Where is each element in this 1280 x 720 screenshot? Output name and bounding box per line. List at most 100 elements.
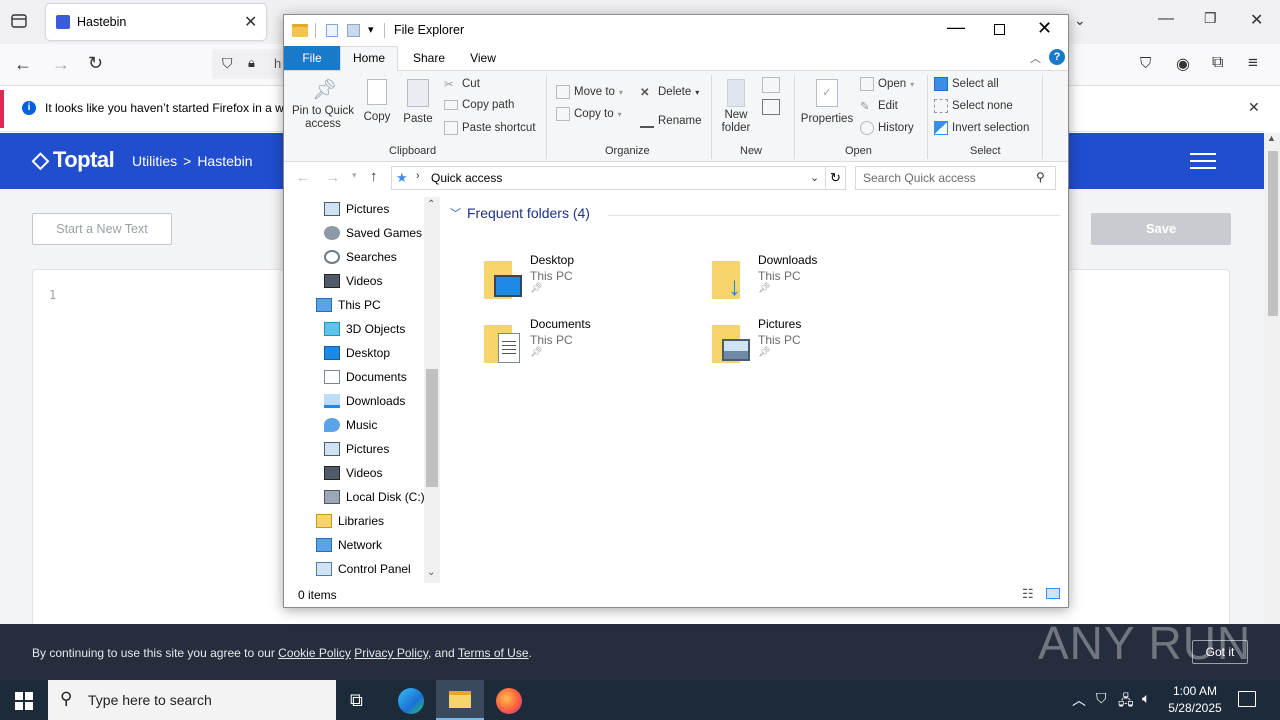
rename-button[interactable]: Rename — [640, 114, 701, 128]
explorer-minimize-icon[interactable]: — — [947, 17, 965, 38]
menu-icon[interactable]: ≡ — [1248, 53, 1258, 73]
privacy-policy-link[interactable]: Privacy Policy — [354, 646, 428, 660]
browser-tab[interactable]: Hastebin ✕ — [46, 4, 266, 40]
nav-item-control-panel[interactable]: Control Panel — [284, 557, 411, 581]
explorer-maximize-icon[interactable] — [994, 24, 1005, 35]
nav-item-libraries[interactable]: Libraries — [284, 509, 384, 533]
nav-item-this-pc[interactable]: This PC — [284, 293, 381, 317]
folder-tile-pictures[interactable]: Pictures This PC 📌︎ — [712, 317, 922, 375]
toptal-logo[interactable]: ◇ Toptal — [32, 147, 115, 173]
nav-item-searches[interactable]: Searches — [284, 245, 397, 269]
close-tab-icon[interactable]: ✕ — [244, 12, 257, 32]
help-icon[interactable]: ? — [1049, 49, 1065, 65]
taskbar-search-box[interactable]: ⚲ Type here to search — [48, 680, 336, 720]
copy-button[interactable]: Copy — [360, 79, 394, 124]
address-bar[interactable]: ★ › Quick access ⌄ — [391, 166, 826, 190]
clock[interactable]: 1:00 AM 5/28/2025 — [1166, 683, 1224, 717]
folder-tile-downloads[interactable]: ↓ Downloads This PC 📌︎ — [712, 253, 922, 311]
back-icon[interactable]: ← — [14, 54, 32, 75]
nav-item-videos[interactable]: Videos — [284, 461, 382, 485]
firefox-taskbar-icon[interactable] — [496, 688, 522, 714]
explorer-back-icon[interactable]: ← — [296, 169, 310, 185]
new-folder-button[interactable]: New folder — [718, 79, 754, 135]
properties-qat-icon[interactable] — [326, 24, 338, 37]
copy-to-button[interactable]: Copy to ▾ — [556, 107, 622, 121]
easy-access-icon[interactable] — [762, 99, 780, 115]
close-window-icon[interactable]: ✕ — [1250, 10, 1263, 30]
nav-item-documents[interactable]: Documents — [284, 365, 407, 389]
recent-locations-icon[interactable]: ▾ — [352, 170, 357, 181]
nav-item-saved-games[interactable]: Saved Games — [284, 221, 422, 245]
select-none-button[interactable]: Select none — [934, 99, 1013, 113]
tab-view[interactable]: View — [459, 46, 507, 70]
restore-window-icon[interactable]: ❐ — [1204, 10, 1217, 27]
paste-shortcut-button[interactable]: Paste shortcut — [444, 121, 536, 135]
pocket-icon[interactable]: ⛉ — [1140, 55, 1151, 72]
delete-button[interactable]: ✕ Delete ▾ — [640, 85, 699, 99]
tab-overview-icon[interactable] — [10, 12, 30, 32]
tab-share[interactable]: Share — [404, 46, 454, 70]
details-view-icon[interactable]: ☷ — [1022, 586, 1034, 602]
breadcrumb-hastebin[interactable]: Hastebin — [197, 153, 252, 169]
nav-scroll-up-icon[interactable]: ⌃ — [427, 199, 435, 210]
edge-taskbar-icon[interactable] — [398, 688, 424, 714]
refresh-icon[interactable]: ↻ — [826, 166, 846, 190]
tab-home[interactable]: Home — [340, 46, 398, 71]
move-to-button[interactable]: Move to ▾ — [556, 85, 623, 99]
show-hidden-icons-icon[interactable]: ︿ — [1072, 690, 1086, 710]
network-tray-icon[interactable]: 🖧︎ — [1118, 690, 1134, 714]
forward-icon[interactable]: → — [52, 54, 70, 75]
file-explorer-taskbar-button[interactable] — [436, 680, 484, 720]
nav-scrollbar[interactable]: ⌃ ⌄ — [424, 197, 440, 583]
explorer-forward-icon[interactable]: → — [326, 169, 340, 185]
invert-selection-button[interactable]: Invert selection — [934, 121, 1029, 135]
nav-item-videos[interactable]: Videos — [284, 269, 382, 293]
cookie-policy-link[interactable]: Cookie Policy — [278, 646, 351, 660]
address-dropdown-icon[interactable]: ⌄ — [810, 171, 819, 184]
page-scrollbar-thumb[interactable] — [1268, 151, 1278, 316]
select-all-button[interactable]: Select all — [934, 77, 999, 91]
nav-item-local-disk-c[interactable]: Local Disk (C:) — [284, 485, 424, 509]
copy-path-button[interactable]: Copy path — [444, 99, 514, 111]
reload-icon[interactable]: ↻ — [88, 53, 103, 74]
terms-of-use-link[interactable]: Terms of Use — [458, 646, 529, 660]
history-button[interactable]: History — [860, 121, 914, 135]
pin-quick-access-button[interactable]: 📌︎ Pin to Quick access — [290, 79, 356, 131]
nav-item-pictures[interactable]: Pictures — [284, 437, 389, 461]
nav-scrollbar-thumb[interactable] — [426, 369, 438, 487]
open-button[interactable]: Open ▾ — [860, 77, 914, 91]
breadcrumb-utilities[interactable]: Utilities — [132, 153, 177, 169]
large-icons-view-icon[interactable] — [1046, 588, 1060, 599]
customize-qat-icon[interactable]: ▾ — [368, 23, 374, 36]
nav-scroll-down-icon[interactable]: ⌄ — [427, 567, 435, 578]
nav-item-network[interactable]: Network — [284, 533, 382, 557]
start-new-text-button[interactable]: Start a New Text — [32, 213, 172, 245]
collapse-ribbon-icon[interactable]: ︿ — [1030, 50, 1041, 66]
task-view-icon[interactable]: ⧉ — [350, 690, 363, 711]
up-icon[interactable]: ↑ — [370, 168, 378, 185]
hamburger-menu-icon[interactable] — [1190, 153, 1216, 169]
folder-tile-documents[interactable]: Documents This PC 📌︎ — [484, 317, 694, 375]
extensions-icon[interactable]: ⧉ — [1212, 54, 1223, 72]
tab-file[interactable]: File — [284, 46, 340, 70]
frequent-folders-header[interactable]: ﹀ Frequent folders (4) — [450, 205, 590, 221]
windows-start-icon[interactable] — [15, 692, 33, 710]
account-icon[interactable]: ◉ — [1176, 54, 1190, 74]
explorer-search-box[interactable]: Search Quick access ⚲ — [855, 166, 1056, 190]
explorer-close-icon[interactable]: ✕ — [1037, 18, 1052, 39]
new-folder-qat-icon[interactable] — [347, 24, 360, 37]
close-notice-icon[interactable]: ✕ — [1248, 99, 1260, 116]
paste-button[interactable]: Paste — [400, 79, 436, 126]
volume-tray-icon[interactable]: 🔈︎ — [1142, 690, 1150, 707]
folder-tile-desktop[interactable]: Desktop This PC 📌︎ — [484, 253, 694, 311]
nav-item-3d-objects[interactable]: 3D Objects — [284, 317, 405, 341]
nav-item-music[interactable]: Music — [284, 413, 377, 437]
nav-item-desktop[interactable]: Desktop — [284, 341, 390, 365]
nav-item-downloads[interactable]: Downloads — [284, 389, 405, 413]
new-item-icon[interactable] — [762, 77, 780, 93]
save-button[interactable]: Save — [1091, 213, 1231, 245]
scroll-up-icon[interactable]: ▲ — [1267, 133, 1276, 143]
list-tabs-icon[interactable]: ⌄ — [1074, 12, 1086, 29]
cut-button[interactable]: ✂ Cut — [444, 77, 480, 91]
security-tray-icon[interactable]: ⛉ — [1096, 690, 1107, 707]
